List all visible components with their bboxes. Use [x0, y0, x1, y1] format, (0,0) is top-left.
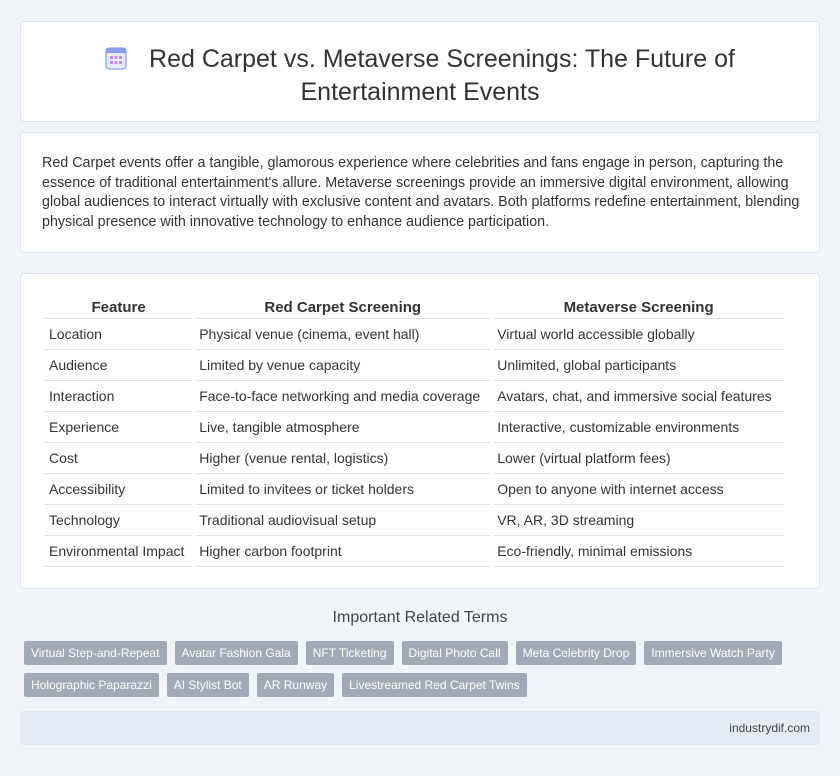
table-row: Location Physical venue (cinema, event h… [45, 319, 784, 350]
table-row: Experience Live, tangible atmosphere Int… [45, 412, 784, 443]
related-term-tag[interactable]: Virtual Step-and-Repeat [24, 641, 167, 665]
feature-cell: Interaction [45, 381, 193, 412]
page-title-container: Red Carpet vs. Metaverse Screenings: The… [21, 44, 819, 107]
table-row: Interaction Face-to-face networking and … [45, 381, 784, 412]
feature-cell: Environmental Impact [45, 536, 193, 567]
related-term-tag[interactable]: Immersive Watch Party [644, 641, 782, 665]
table-row: Accessibility Limited to invitees or tic… [45, 474, 784, 505]
column-header-feature: Feature [45, 295, 193, 319]
metaverse-cell: Eco-friendly, minimal emissions [493, 536, 784, 567]
related-term-tag[interactable]: AI Stylist Bot [166, 673, 249, 697]
related-term-tag[interactable]: Livestreamed Red Carpet Twins [342, 673, 527, 697]
related-term-tag[interactable]: NFT Ticketing [305, 641, 394, 665]
feature-cell: Audience [45, 350, 193, 381]
table-row: Technology Traditional audiovisual setup… [45, 505, 784, 536]
red-carpet-cell: Physical venue (cinema, event hall) [195, 319, 491, 350]
feature-cell: Technology [45, 505, 193, 536]
red-carpet-cell: Live, tangible atmosphere [195, 412, 491, 443]
footer-source-link[interactable]: industrydif.com [729, 721, 810, 735]
metaverse-cell: Lower (virtual platform fees) [493, 443, 784, 474]
comparison-table: Feature Red Carpet Screening Metaverse S… [42, 295, 787, 567]
red-carpet-cell: Higher (venue rental, logistics) [195, 443, 491, 474]
feature-cell: Accessibility [45, 474, 193, 505]
metaverse-cell: Avatars, chat, and immersive social feat… [493, 381, 784, 412]
table-row: Cost Higher (venue rental, logistics) Lo… [45, 443, 784, 474]
footer: industrydif.com [20, 711, 820, 745]
metaverse-cell: Open to anyone with internet access [493, 474, 784, 505]
red-carpet-cell: Limited by venue capacity [195, 350, 491, 381]
related-term-tag[interactable]: Avatar Fashion Gala [174, 641, 298, 665]
related-term-tag[interactable]: Digital Photo Call [401, 641, 508, 665]
metaverse-cell: VR, AR, 3D streaming [493, 505, 784, 536]
intro-card: Red Carpet events offer a tangible, glam… [20, 132, 820, 253]
page-title: Red Carpet vs. Metaverse Screenings: The… [149, 45, 735, 106]
column-header-red-carpet: Red Carpet Screening [195, 295, 491, 319]
intro-paragraph: Red Carpet events offer a tangible, glam… [42, 155, 800, 230]
feature-cell: Cost [45, 443, 193, 474]
title-card: Red Carpet vs. Metaverse Screenings: The… [20, 21, 820, 122]
document-icon [105, 46, 127, 77]
red-carpet-cell: Face-to-face networking and media covera… [195, 381, 491, 412]
related-terms-list: Virtual Step-and-Repeat Avatar Fashion G… [24, 641, 794, 697]
related-terms-heading: Important Related Terms [332, 609, 508, 626]
column-header-metaverse: Metaverse Screening [493, 295, 784, 319]
related-term-tag[interactable]: Meta Celebrity Drop [515, 641, 637, 665]
table-row: Audience Limited by venue capacity Unlim… [45, 350, 784, 381]
table-row: Environmental Impact Higher carbon footp… [45, 536, 784, 567]
metaverse-cell: Interactive, customizable environments [493, 412, 784, 443]
related-term-tag[interactable]: AR Runway [256, 673, 335, 697]
metaverse-cell: Unlimited, global participants [493, 350, 784, 381]
feature-cell: Location [45, 319, 193, 350]
red-carpet-cell: Traditional audiovisual setup [195, 505, 491, 536]
table-header-row: Feature Red Carpet Screening Metaverse S… [45, 295, 784, 319]
red-carpet-cell: Limited to invitees or ticket holders [195, 474, 491, 505]
feature-cell: Experience [45, 412, 193, 443]
related-term-tag[interactable]: Holographic Paparazzi [24, 673, 159, 697]
comparison-card: Feature Red Carpet Screening Metaverse S… [20, 273, 820, 589]
red-carpet-cell: Higher carbon footprint [195, 536, 491, 567]
metaverse-cell: Virtual world accessible globally [493, 319, 784, 350]
